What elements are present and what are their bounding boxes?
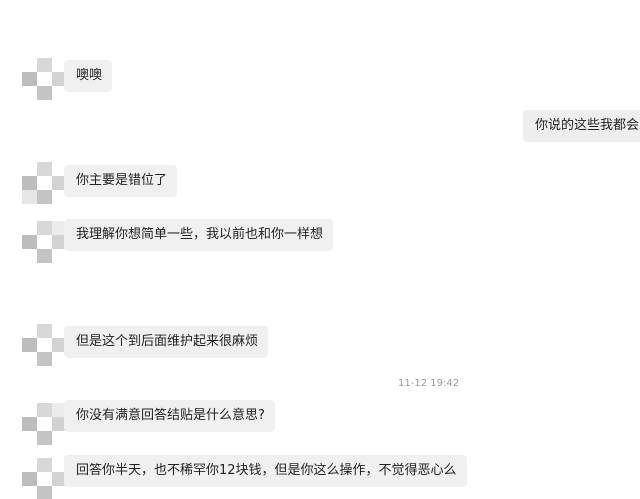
avatar[interactable] bbox=[22, 221, 68, 263]
avatar[interactable] bbox=[22, 162, 68, 204]
avatar[interactable] bbox=[22, 458, 68, 499]
avatar[interactable] bbox=[22, 58, 68, 100]
message-timestamp: 11-12 19:42 bbox=[398, 378, 460, 389]
message-bubble-received: 但是这个到后面维护起来很麻烦 bbox=[64, 326, 269, 358]
message-bubble-received: 噢噢 bbox=[64, 60, 113, 92]
message-bubble-sent: 你说的这些我都会 bbox=[523, 110, 640, 142]
message-bubble-received: 你没有满意回答结贴是什么意思? bbox=[64, 400, 275, 432]
message-bubble-received: 回答你半天，也不稀罕你12块钱，但是你这么操作，不觉得恶心么 bbox=[64, 455, 467, 487]
message-bubble-received: 我理解你想简单一些，我以前也和你一样想 bbox=[64, 219, 334, 251]
avatar[interactable] bbox=[22, 324, 68, 366]
message-bubble-received: 你主要是错位了 bbox=[64, 165, 178, 197]
chat-window: 噢噢 你说的这些我都会 你主要是错位了 我理解你想简单一些，我以前也和你一样想 … bbox=[0, 0, 640, 499]
avatar[interactable] bbox=[22, 403, 68, 445]
